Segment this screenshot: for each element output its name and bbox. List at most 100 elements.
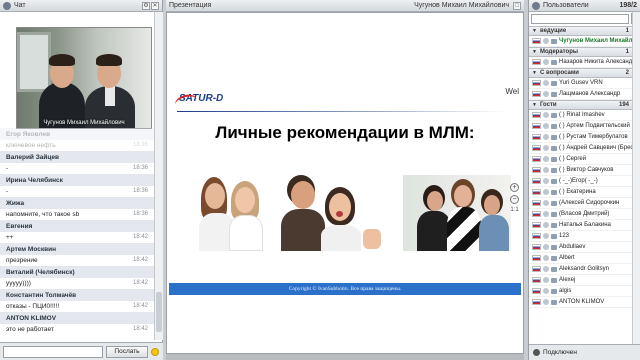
- zoom-value[interactable]: 1:1: [510, 207, 518, 213]
- user-icon: [543, 123, 549, 129]
- user-group-header[interactable]: ▼ Модераторы 1: [529, 47, 632, 57]
- company-logo: SATUR-D: [173, 92, 223, 112]
- chat-message: Валерий Зайцев - 18:36: [0, 151, 154, 174]
- zoom-in-icon[interactable]: +: [510, 183, 519, 192]
- camera-icon: [551, 59, 557, 65]
- video-caption: Чугунов Михаил Михайлович: [43, 120, 125, 126]
- user-row[interactable]: (Алексей Сидорочкин: [529, 198, 632, 209]
- flag-icon: [532, 244, 541, 250]
- user-icon: [543, 200, 549, 206]
- user-row[interactable]: Назаров Никита Александрович: [529, 57, 632, 68]
- message-body: ууууу)))) 18:42: [0, 278, 154, 289]
- presenter-name: Чугунов Михаил Михайлович: [414, 2, 509, 9]
- message-author: Константин Толмачёв: [0, 290, 154, 301]
- user-row[interactable]: Aleksandr Golitsyn: [529, 264, 632, 275]
- user-icon: [543, 145, 549, 151]
- user-row[interactable]: Alexej: [529, 275, 632, 286]
- user-row[interactable]: ( ) Rinat Imashev: [529, 110, 632, 121]
- flag-icon: [532, 299, 541, 305]
- collapse-arrow-icon[interactable]: ▼: [532, 28, 537, 34]
- user-row[interactable]: Лащманов Александр: [529, 89, 632, 100]
- user-row[interactable]: (Власов Дмитрий): [529, 209, 632, 220]
- collapse-arrow-icon[interactable]: ▼: [532, 70, 537, 76]
- message-body: ++ 18:42: [0, 232, 154, 243]
- flag-icon: [532, 59, 541, 65]
- user-row[interactable]: ( ) Рустам Тимербулатов: [529, 132, 632, 143]
- user-row[interactable]: ( ) Виктор Савчуков: [529, 165, 632, 176]
- user-row[interactable]: ANTON KLIMOV: [529, 297, 632, 308]
- users-search-input[interactable]: [531, 14, 629, 24]
- user-row[interactable]: Abdullaev: [529, 242, 632, 253]
- user-group-header[interactable]: ▼ ведущие 1: [529, 26, 632, 36]
- message-author: Жижа: [0, 198, 154, 209]
- user-row[interactable]: ( -_-)Егор( -_-): [529, 176, 632, 187]
- user-name: ( ) Екатерина: [559, 189, 596, 195]
- camera-icon: [551, 38, 557, 44]
- user-row[interactable]: ( ) Андрей Савцевич (Брест): [529, 143, 632, 154]
- message-time: 18:35: [132, 142, 148, 148]
- group-name: С вопросами: [539, 70, 579, 76]
- flag-icon: [532, 38, 541, 44]
- message-text: презрение: [6, 257, 38, 264]
- user-icon: [543, 189, 549, 195]
- user-row[interactable]: Yuri Gusev VRN: [529, 78, 632, 89]
- group-name: Гости: [539, 102, 557, 108]
- user-name: Наталья Балакина: [559, 222, 611, 228]
- chat-input[interactable]: [3, 345, 103, 358]
- user-row[interactable]: Чугунов Михаил Михайлович: [529, 36, 632, 47]
- user-icon: [543, 288, 549, 294]
- user-row[interactable]: algis: [529, 286, 632, 297]
- user-row[interactable]: ( ) Артем Подвигтельский: [529, 121, 632, 132]
- logo-divider: [177, 111, 507, 112]
- user-row[interactable]: Albert: [529, 253, 632, 264]
- connection-status: Подключен: [529, 344, 640, 360]
- message-text: ууууу)))): [6, 280, 31, 287]
- chat-message: Евгения ++ 18:42: [0, 220, 154, 243]
- group-name: Модераторы: [539, 49, 578, 55]
- user-row[interactable]: 123: [529, 231, 632, 242]
- message-body: это не работает 18:42: [0, 324, 154, 335]
- chat-scrollbar[interactable]: [154, 12, 163, 340]
- message-author: Виталий (Челябинск): [0, 267, 154, 278]
- camera-icon: [551, 80, 557, 86]
- send-button[interactable]: Послать: [106, 345, 148, 358]
- user-icon: [543, 244, 549, 250]
- chat-message: ANTON KLIMOV это не работает 18:42: [0, 312, 154, 335]
- user-icon: [543, 156, 549, 162]
- camera-icon: [551, 112, 557, 118]
- user-row[interactable]: ( ) Екатерина: [529, 187, 632, 198]
- message-text: -: [6, 165, 9, 172]
- camera-icon: [551, 123, 557, 129]
- clear-icon[interactable]: ✕: [151, 1, 159, 10]
- collapse-arrow-icon[interactable]: ▼: [532, 49, 537, 55]
- camera-icon: [551, 255, 557, 261]
- flag-icon: [532, 222, 541, 228]
- users-scrollbar[interactable]: [632, 12, 640, 344]
- user-group-header[interactable]: ▼ Гости 194: [529, 100, 632, 110]
- message-time: 18:36: [132, 188, 148, 194]
- user-row[interactable]: Наталья Балакина: [529, 220, 632, 231]
- emoji-icon[interactable]: [151, 347, 159, 356]
- user-name: ( ) Рустам Тимербулатов: [559, 134, 628, 140]
- maximize-icon[interactable]: □: [513, 1, 521, 10]
- zoom-out-icon[interactable]: −: [510, 195, 519, 204]
- user-row[interactable]: ( ) Сергей: [529, 154, 632, 165]
- user-group-header[interactable]: ▼ С вопросами 2: [529, 68, 632, 78]
- chat-message: Артем Москвин презрение 18:42: [0, 243, 154, 266]
- user-name: ( ) Сергей: [559, 156, 587, 162]
- users-header: Пользователи 198/2: [529, 0, 640, 12]
- message-time: 18:36: [132, 211, 148, 217]
- flag-icon: [532, 211, 541, 217]
- settings-icon[interactable]: ⚙: [142, 1, 150, 10]
- message-time: 18:36: [132, 165, 148, 171]
- message-time: 18:42: [132, 326, 148, 332]
- camera-icon: [551, 156, 557, 162]
- collapse-arrow-icon[interactable]: ▼: [532, 102, 537, 108]
- camera-icon: [551, 288, 557, 294]
- users-title: Пользователи: [543, 2, 589, 9]
- chat-panel: Чат ⚙ ✕ Чугунов Михаил Михайлович Егор Я…: [0, 0, 163, 360]
- user-name: Лащманов Александр: [559, 91, 621, 97]
- user-name: Alexej: [559, 277, 576, 283]
- message-text: это не работает: [6, 326, 54, 333]
- user-name: ( -_-)Егор( -_-): [559, 178, 598, 184]
